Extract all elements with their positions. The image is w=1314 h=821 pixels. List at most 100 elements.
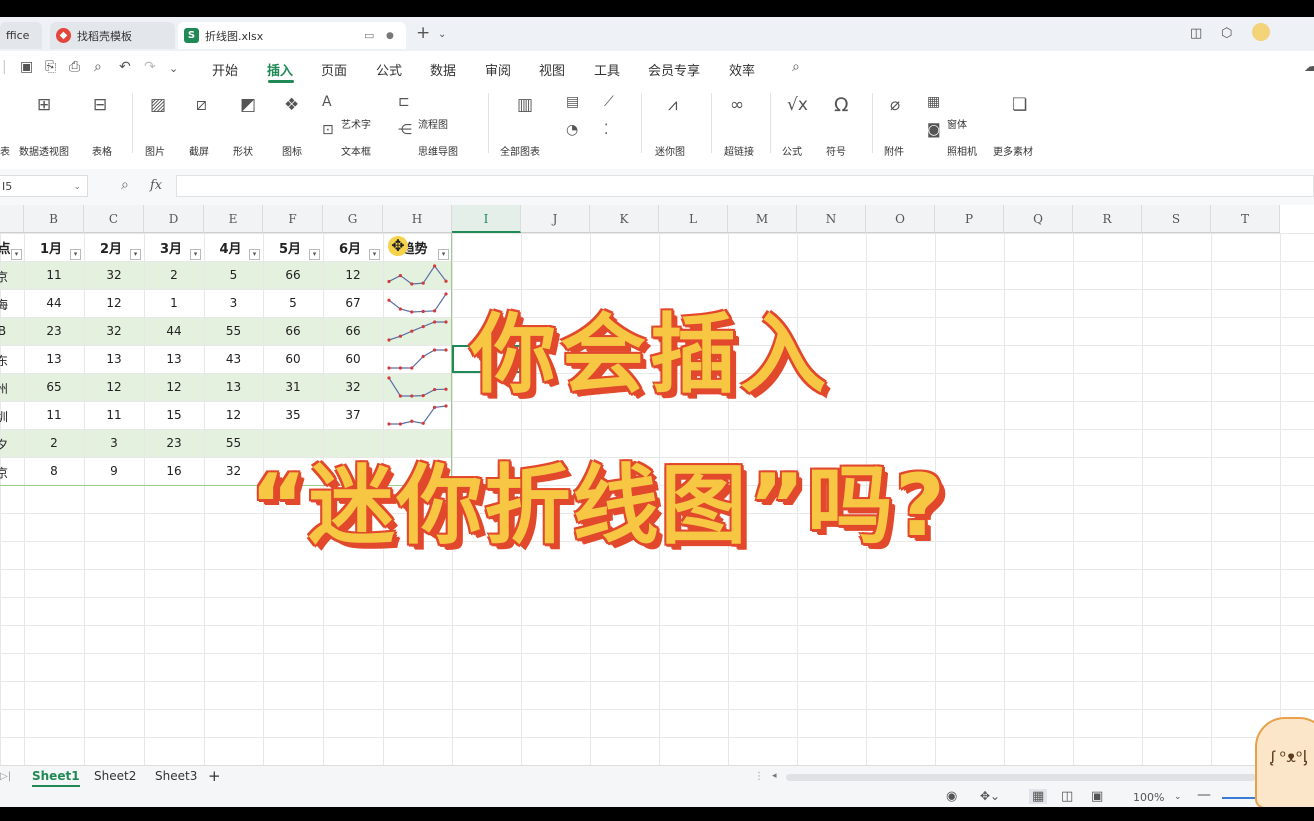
print-preview-icon[interactable]: ⌕ <box>94 59 102 75</box>
ribbon-table-partial[interactable]: 表 <box>0 143 10 158</box>
ribbon-symbol[interactable]: 符号 <box>826 143 846 158</box>
ribbon-attachment[interactable]: 附件 <box>884 143 904 158</box>
crosshair-icon[interactable]: ✥⌄ <box>980 789 1000 803</box>
form-icon[interactable]: ▦ <box>927 94 940 110</box>
chevron-down-icon[interactable]: ⌄ <box>169 62 178 75</box>
ribbon-form[interactable]: 窗体 <box>947 116 967 131</box>
pivot-chart-icon[interactable]: ⊞ <box>37 95 51 115</box>
menu-member[interactable]: 会员专享 <box>648 60 700 79</box>
material-icon[interactable]: ❏ <box>1012 95 1027 115</box>
ribbon-wordart[interactable]: 艺术字 <box>341 116 371 131</box>
ribbon-table[interactable]: 表格 <box>92 143 112 158</box>
fx-icon[interactable]: fx <box>150 178 162 193</box>
scroll-arrow-icon[interactable]: ◂ <box>772 771 777 781</box>
ribbon-more-material[interactable]: 更多素材 <box>993 143 1033 158</box>
monitor-icon[interactable]: ▭ <box>364 29 374 42</box>
tab-office[interactable]: ffice <box>0 22 42 49</box>
ribbon-screenshot[interactable]: 截屏 <box>189 143 209 158</box>
mindmap-icon[interactable]: ⋲ <box>398 122 412 138</box>
sparkline <box>388 264 447 285</box>
menu-data[interactable]: 数据 <box>430 60 456 79</box>
sparkline-marker <box>410 419 414 423</box>
dot-icon: ● <box>386 30 394 41</box>
sheet-tab-2[interactable]: Sheet2 <box>94 769 136 783</box>
ribbon-formula[interactable]: 公式 <box>782 143 802 158</box>
wordart-icon[interactable]: A <box>322 94 332 110</box>
formula-bar: I5 ⌄ ⌕ fx <box>0 169 1314 206</box>
ribbon-pivot-chart[interactable]: 数据透视图 <box>19 143 69 158</box>
flowchart-icon[interactable]: ⊏ <box>398 94 410 110</box>
menu-formula[interactable]: 公式 <box>376 60 402 79</box>
undo-icon[interactable]: ↶ <box>119 59 131 75</box>
print-icon[interactable]: ⎙ <box>69 59 80 75</box>
omega-icon[interactable]: Ω <box>834 94 849 116</box>
zoom-out-icon[interactable]: — <box>1197 787 1211 803</box>
menu-home[interactable]: 开始 <box>212 60 238 79</box>
sparkline-marker <box>387 376 391 380</box>
ribbon-shape[interactable]: 形状 <box>233 143 253 158</box>
menu-efficiency[interactable]: 效率 <box>729 60 755 79</box>
sheet-tab-1[interactable]: Sheet1 <box>32 769 80 787</box>
ribbon-mindmap[interactable]: 思维导图 <box>418 143 458 158</box>
sheet-nav-icon[interactable]: ▷| <box>0 771 11 782</box>
attachment-icon[interactable]: ⌀ <box>890 95 900 115</box>
textbox-icon[interactable]: ⊡ <box>322 122 334 138</box>
horizontal-scrollbar[interactable] <box>786 774 1256 781</box>
zoom-level[interactable]: 100% <box>1133 791 1164 804</box>
normal-view-icon[interactable]: ▦ <box>1029 789 1048 804</box>
formula-icon[interactable]: √x <box>787 95 808 115</box>
ribbon-all-charts[interactable]: 全部图表 <box>500 143 540 158</box>
page-view-icon[interactable]: ◫ <box>1061 789 1073 804</box>
screenshot-icon[interactable]: ⧄ <box>196 95 207 115</box>
column-chart-icon[interactable]: ▤ <box>566 94 579 110</box>
chevron-down-icon[interactable]: ⌄ <box>73 176 81 198</box>
ribbon-picture[interactable]: 图片 <box>145 143 165 158</box>
menu-page[interactable]: 页面 <box>321 60 347 79</box>
pie-chart-icon[interactable]: ◔ <box>566 122 578 138</box>
hyperlink-icon[interactable]: ∞ <box>730 95 744 115</box>
layout-icon[interactable]: ◫ <box>1190 26 1202 41</box>
redo-icon[interactable]: ↷ <box>144 59 156 75</box>
scroll-left-icon[interactable]: ⋮ <box>754 771 764 782</box>
sparkline-icon[interactable]: ⩘ <box>668 95 678 115</box>
chevron-down-icon[interactable]: ⌄ <box>1174 792 1182 802</box>
new-tab-icon[interactable]: + <box>416 23 430 43</box>
zoom-formula-icon[interactable]: ⌕ <box>121 177 129 193</box>
ribbon-hyperlink[interactable]: 超链接 <box>724 143 754 158</box>
tab-file[interactable]: S 折线图.xlsx ▭ ● <box>178 22 406 49</box>
ribbon-icons[interactable]: 图标 <box>282 143 302 158</box>
ribbon-camera[interactable]: 照相机 <box>947 143 977 158</box>
ribbon-sparkline[interactable]: 迷你图 <box>655 143 685 158</box>
camera-icon[interactable]: ◙ <box>927 122 941 138</box>
icons-icon[interactable]: ❖ <box>284 95 299 115</box>
bar-chart-icon[interactable]: ▥ <box>517 95 533 115</box>
sparkline-marker <box>444 292 448 296</box>
add-sheet-icon[interactable]: + <box>208 767 221 785</box>
chevron-down-icon[interactable]: ⌄ <box>438 29 446 40</box>
menu-insert[interactable]: 插入 <box>267 60 293 79</box>
ribbon-flowchart[interactable]: 流程图 <box>418 116 448 131</box>
line-chart-icon[interactable]: ⟋ <box>604 94 614 110</box>
cube-icon[interactable]: ⬡ <box>1221 26 1232 41</box>
save-icon[interactable]: ▣ <box>20 59 33 75</box>
name-box[interactable]: I5 ⌄ <box>0 175 88 197</box>
sparkline-marker <box>410 282 414 286</box>
shape-icon[interactable]: ◩ <box>240 95 256 115</box>
search-icon[interactable]: ⌕ <box>792 59 800 75</box>
sparkline-marker <box>398 422 402 426</box>
cloud-icon[interactable]: ☁ <box>1304 59 1314 75</box>
table-icon[interactable]: ⊟ <box>93 95 107 115</box>
eye-icon[interactable]: ◉ <box>946 789 957 804</box>
formula-input[interactable] <box>176 175 1314 197</box>
avatar[interactable] <box>1252 23 1270 41</box>
picture-icon[interactable]: ▨ <box>150 95 166 115</box>
sheet-tab-3[interactable]: Sheet3 <box>155 769 197 783</box>
scatter-chart-icon[interactable]: ⁚ <box>604 122 608 138</box>
menu-view[interactable]: 视图 <box>539 60 565 79</box>
ribbon-textbox[interactable]: 文本框 <box>341 143 371 158</box>
page-break-icon[interactable]: ▣ <box>1091 789 1103 804</box>
menu-review[interactable]: 审阅 <box>485 60 511 79</box>
export-icon[interactable]: ⎘ <box>45 59 56 75</box>
menu-tools[interactable]: 工具 <box>594 60 620 79</box>
tab-template[interactable]: ◆ 找稻壳模板 <box>50 22 175 49</box>
